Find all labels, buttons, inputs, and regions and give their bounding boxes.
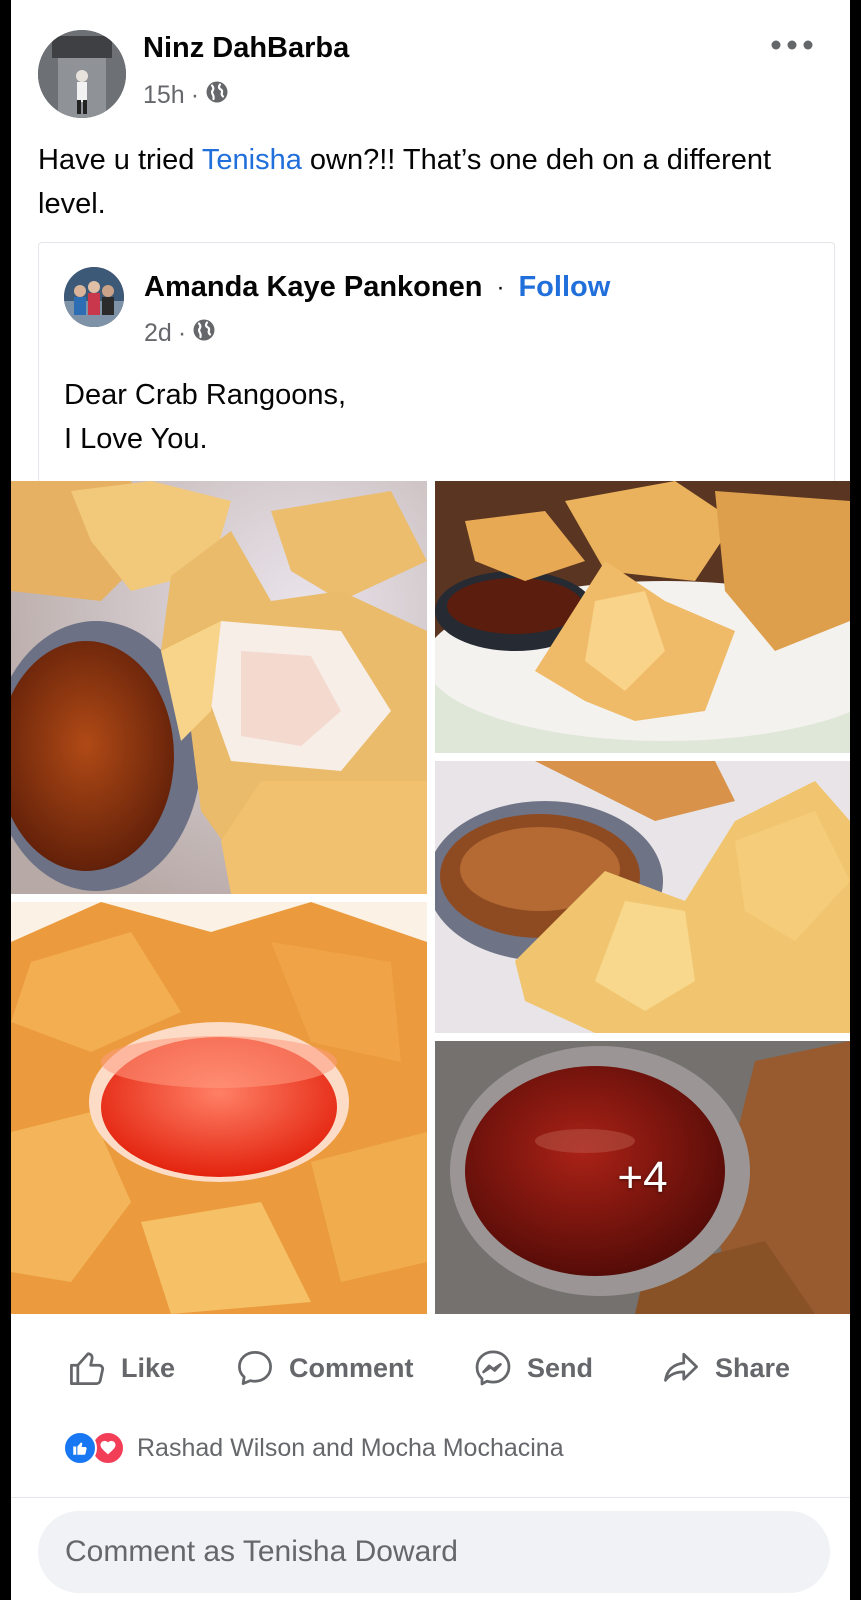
comment-placeholder: Comment as Tenisha Doward [65, 1535, 458, 1568]
meta-dot: · [177, 319, 187, 347]
follow-button[interactable]: Follow [518, 271, 610, 304]
comment-input[interactable]: Comment as Tenisha Doward [38, 1511, 830, 1593]
photo-3[interactable] [435, 761, 850, 1033]
comment-button[interactable]: Comment [233, 1340, 414, 1396]
shared-post[interactable]: Amanda Kaye Pankonen · Follow 2d · Dear … [38, 242, 835, 482]
author-avatar[interactable] [38, 30, 126, 118]
messenger-icon [475, 1350, 511, 1386]
author-name[interactable]: Ninz DahBarba [143, 32, 349, 65]
photo-5[interactable]: +4 [435, 1041, 850, 1314]
shared-text-line-1: Dear Crab Rangoons, [64, 379, 347, 411]
globe-icon [192, 318, 216, 349]
post-meta: 15h · [143, 80, 229, 111]
shared-meta: 2d · [144, 318, 216, 349]
mention-link[interactable]: Tenisha [202, 144, 302, 176]
shared-header: Amanda Kaye Pankonen · Follow [144, 271, 610, 304]
like-button[interactable]: Like [65, 1340, 175, 1396]
comment-icon [238, 1351, 272, 1385]
shared-author-avatar[interactable] [64, 267, 124, 327]
reaction-summary[interactable]: Rashad Wilson and Mocha Mochacina [63, 1428, 564, 1468]
post-card: Ninz DahBarba 15h · Have u tried Tenisha… [11, 0, 850, 1600]
more-icon [771, 40, 813, 50]
post-text: Have u tried Tenisha own?!! That’s one d… [38, 138, 828, 226]
action-bar: Like Comment Send Share [11, 1340, 850, 1400]
share-label: Share [715, 1352, 791, 1383]
shared-time[interactable]: 2d [144, 319, 172, 348]
shared-text-line-2: I Love You. [64, 423, 208, 455]
more-photos-count[interactable]: +4 [435, 1041, 850, 1314]
like-label: Like [121, 1352, 176, 1383]
post-time[interactable]: 15h [143, 81, 185, 110]
shared-author-name[interactable]: Amanda Kaye Pankonen [144, 271, 482, 304]
share-icon [664, 1352, 698, 1382]
send-button[interactable]: Send [471, 1340, 593, 1396]
like-reaction-icon [63, 1431, 97, 1465]
more-options-button[interactable] [767, 30, 817, 60]
shared-text: Dear Crab Rangoons, I Love You. [64, 373, 346, 461]
post-text-before: Have u tried [38, 144, 202, 176]
globe-icon [205, 80, 229, 111]
meta-dot: · [190, 81, 200, 109]
share-button[interactable]: Share [659, 1340, 790, 1396]
send-label: Send [527, 1352, 594, 1383]
divider [11, 1497, 850, 1498]
comment-label: Comment [289, 1352, 414, 1383]
photo-4[interactable] [11, 902, 427, 1314]
photo-1[interactable] [11, 481, 427, 894]
reaction-names: Rashad Wilson and Mocha Mochacina [137, 1433, 564, 1462]
like-icon [70, 1352, 105, 1385]
photo-2[interactable] [435, 481, 850, 753]
name-separator: · [496, 273, 505, 301]
